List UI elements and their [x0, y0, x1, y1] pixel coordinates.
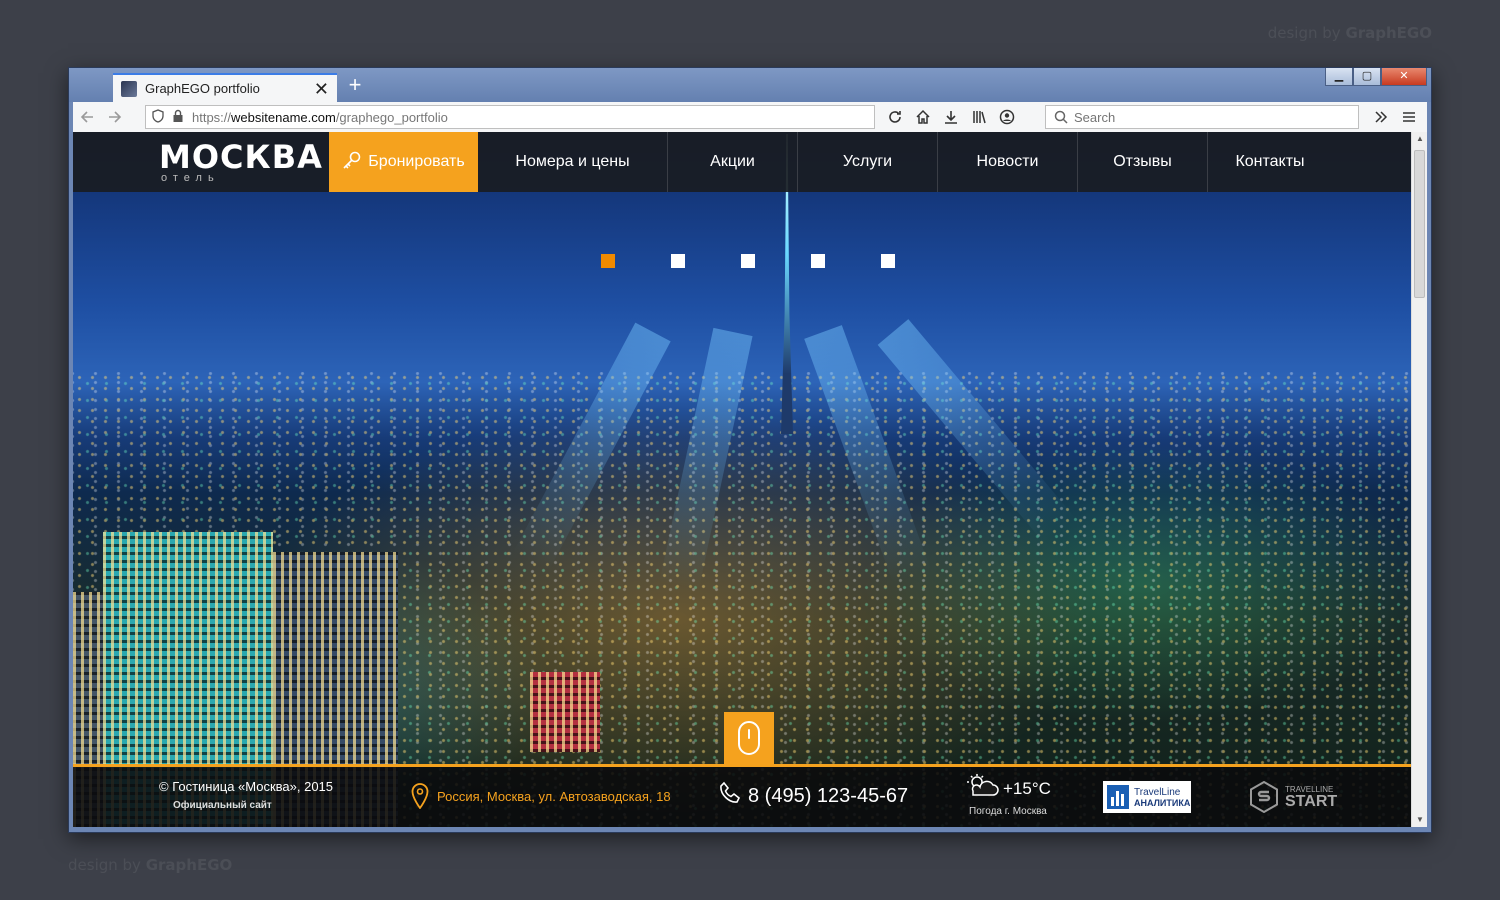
tab-title: GraphEGO portfolio [145, 81, 260, 96]
bar-chart-icon [1107, 785, 1129, 809]
slider-dot[interactable] [881, 254, 895, 268]
mouse-icon [738, 721, 760, 755]
url-scheme: https:// [192, 109, 232, 125]
arrow-right-icon [109, 111, 122, 123]
library-icon[interactable] [965, 105, 993, 129]
reload-icon[interactable] [881, 105, 909, 129]
main-menu: Номера и цены Акции Услуги Новости Отзыв… [478, 132, 1332, 192]
scroll-down-arrow-icon[interactable]: ▼ [1412, 813, 1428, 827]
menu-item-services[interactable]: Услуги [798, 132, 938, 192]
favicon-icon [121, 80, 137, 97]
menu-item-reviews[interactable]: Отзывы [1078, 132, 1208, 192]
toolbar-icons [881, 105, 1021, 129]
url-path: /graphego_portfolio [335, 109, 448, 125]
browser-window: GraphEGO portfolio ✕ + ▁ ▢ ✕ https://web… [68, 67, 1432, 833]
temperature: +15°C [1003, 778, 1051, 798]
logo-title: МОСКВА [159, 138, 323, 176]
slider-dot-active[interactable] [601, 254, 615, 268]
overflow-icons [1367, 105, 1423, 129]
phone[interactable]: 8 (495) 123-45-67 [718, 781, 908, 811]
back-button[interactable] [73, 105, 101, 129]
lock-icon [172, 109, 184, 126]
key-icon [342, 150, 362, 175]
phone-icon [718, 781, 741, 811]
tab-bar: GraphEGO portfolio ✕ + ▁ ▢ ✕ [69, 68, 1431, 102]
new-tab-button[interactable]: + [343, 74, 367, 98]
search-bar[interactable] [1045, 105, 1359, 129]
phone-number: 8 (495) 123-45-67 [748, 784, 909, 807]
tl-badge-line1: TravelLine [1134, 786, 1181, 798]
slider-dots [601, 254, 951, 268]
scroll-thumb[interactable] [1414, 150, 1425, 298]
travelline-start-logo[interactable]: TRAVELLINE START [1249, 781, 1337, 813]
nav-bar: https://websitename.com/graphego_portfol… [73, 102, 1427, 132]
window-controls: ▁ ▢ ✕ [1325, 68, 1427, 86]
official-site-label: Официальный сайт [173, 800, 272, 811]
tl-badge-line2: АНАЛИТИКА [1134, 797, 1191, 808]
tab-close-icon[interactable]: ✕ [314, 80, 329, 98]
site-header: МОСКВА отель Бронировать Номера и цены А… [73, 132, 1411, 192]
travelline-s-icon [1250, 781, 1278, 813]
scroll-down-button[interactable] [724, 712, 774, 764]
watermark-top: design by GraphEGO [1267, 24, 1432, 42]
shield-icon [152, 108, 164, 126]
menu-item-rooms[interactable]: Номера и цены [478, 132, 668, 192]
menu-icon[interactable] [1395, 105, 1423, 129]
arrow-left-icon [80, 111, 93, 123]
url-host: websitename.com [231, 109, 336, 125]
building [530, 672, 600, 752]
site-logo[interactable]: МОСКВА отель [159, 140, 323, 184]
menu-item-promos[interactable]: Акции [668, 132, 798, 192]
site-footer: © Гостиница «Москва», 2015 Официальный с… [73, 764, 1411, 827]
web-content: МОСКВА отель Бронировать Номера и цены А… [73, 132, 1411, 827]
book-label: Бронировать [368, 153, 465, 170]
account-icon[interactable] [993, 105, 1021, 129]
copyright: © Гостиница «Москва», 2015 Официальный с… [159, 779, 333, 811]
scroll-up-arrow-icon[interactable]: ▲ [1412, 132, 1428, 146]
cloud-sun-icon [965, 773, 999, 804]
search-icon [1054, 110, 1068, 124]
chevron-double-right-icon[interactable] [1367, 105, 1395, 129]
maximize-button[interactable]: ▢ [1353, 68, 1381, 86]
book-button[interactable]: Бронировать [329, 132, 478, 192]
slider-dot[interactable] [671, 254, 685, 268]
minimize-button[interactable]: ▁ [1325, 68, 1353, 86]
browser-tab[interactable]: GraphEGO portfolio ✕ [113, 73, 337, 102]
watermark-bottom: design by GraphEGO [68, 856, 233, 874]
menu-item-news[interactable]: Новости [938, 132, 1078, 192]
menu-item-contacts[interactable]: Контакты [1208, 132, 1332, 192]
forward-button[interactable] [101, 105, 129, 129]
download-icon[interactable] [937, 105, 965, 129]
map-pin-icon [411, 783, 429, 809]
tl-start-big: START [1285, 792, 1338, 810]
slider-dot[interactable] [811, 254, 825, 268]
address[interactable]: Россия, Москва, ул. Автозаводская, 18 [411, 783, 671, 809]
weather-caption: Погода г. Москва [969, 806, 1047, 817]
close-window-button[interactable]: ✕ [1381, 68, 1427, 86]
url-bar[interactable]: https://websitename.com/graphego_portfol… [145, 105, 875, 129]
travelline-analytics-badge[interactable]: TravelLine АНАЛИТИКА [1103, 781, 1191, 813]
slider-dot[interactable] [741, 254, 755, 268]
home-icon[interactable] [909, 105, 937, 129]
address-text: Россия, Москва, ул. Автозаводская, 18 [437, 788, 671, 804]
weather-widget: +15°C Погода г. Москва [965, 773, 1051, 817]
search-input[interactable] [1074, 109, 1334, 125]
copyright-text: © Гостиница «Москва», 2015 [159, 779, 334, 794]
page-scrollbar[interactable]: ▲ ▼ [1411, 132, 1427, 827]
